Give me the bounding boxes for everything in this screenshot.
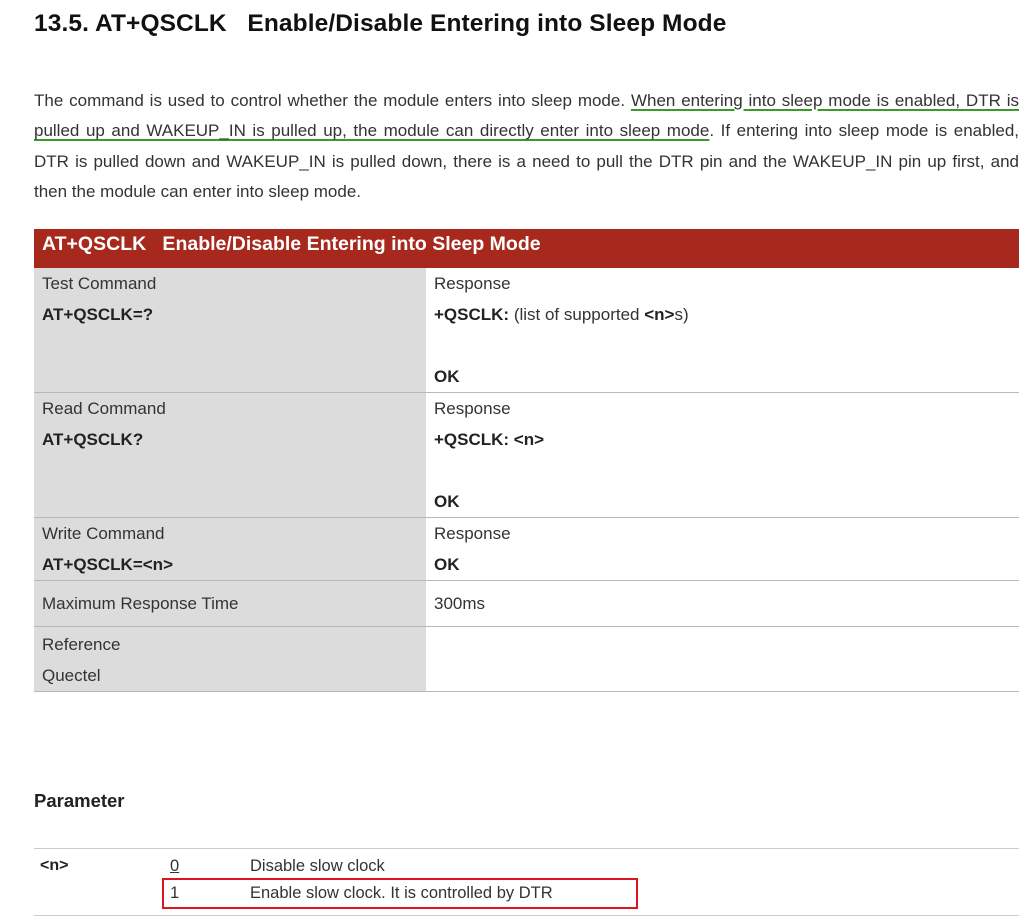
test-response-mid: (list of supported <box>509 305 645 324</box>
write-command-cell: Write Command AT+QSCLK=<n> <box>34 517 426 581</box>
max-time-label: Maximum Response Time <box>34 580 426 627</box>
test-response-line: +QSCLK: (list of supported <n>s) <box>434 299 1019 330</box>
reference-row: Reference Quectel <box>34 626 1019 692</box>
reference-value: Quectel <box>42 666 101 685</box>
read-response-cell: Response +QSCLK: <n> OK <box>426 392 1019 518</box>
write-command-syntax: AT+QSCLK=<n> <box>42 555 173 574</box>
test-response-param: <n> <box>644 305 675 324</box>
test-response-cell: Response +QSCLK: (list of supported <n>s… <box>426 268 1019 393</box>
parameter-name: <n> <box>40 857 69 874</box>
test-command-cell: Test Command AT+QSCLK=? <box>34 268 426 393</box>
max-time-value: 300ms <box>426 580 1019 627</box>
write-command-label: Write Command <box>42 524 165 543</box>
read-command-label: Read Command <box>42 399 166 418</box>
reference-label: Reference <box>42 635 121 654</box>
write-response-label: Response <box>434 524 511 543</box>
section-number: 13.5. <box>34 10 89 37</box>
write-command-row: Write Command AT+QSCLK=<n> Response OK <box>34 517 1019 581</box>
intro-paragraph: The command is used to control whether t… <box>34 86 1019 208</box>
read-command-cell: Read Command AT+QSCLK? <box>34 392 426 518</box>
highlight-box <box>162 878 638 909</box>
parameter-description-0: Disable slow clock <box>250 857 385 875</box>
section-heading: 13.5. AT+QSCLK Enable/Disable Entering i… <box>34 10 726 38</box>
read-response-ok: OK <box>434 492 460 511</box>
command-table: AT+QSCLK Enable/Disable Entering into Sl… <box>34 229 1019 692</box>
reference-empty-cell <box>426 626 1019 692</box>
test-command-row: Test Command AT+QSCLK=? Response +QSCLK:… <box>34 268 1019 393</box>
read-command-row: Read Command AT+QSCLK? Response +QSCLK: … <box>34 392 1019 518</box>
read-response-value: +QSCLK: <n> <box>434 430 545 449</box>
reference-cell: Reference Quectel <box>34 626 426 692</box>
command-table-header-row: AT+QSCLK Enable/Disable Entering into Sl… <box>34 229 1019 268</box>
read-command-syntax: AT+QSCLK? <box>42 430 144 449</box>
parameter-value-0: 0 <box>170 857 180 875</box>
write-response-cell: Response OK <box>426 517 1019 581</box>
max-time-row: Maximum Response Time 300ms <box>34 580 1019 627</box>
test-response-ok: OK <box>434 367 460 386</box>
read-response-label: Response <box>434 399 511 418</box>
parameter-title: Parameter <box>34 790 125 811</box>
intro-text-before: The command is used to control whether t… <box>34 91 631 110</box>
test-command-label: Test Command <box>42 274 157 293</box>
command-table-header: AT+QSCLK Enable/Disable Entering into Sl… <box>34 229 1019 268</box>
write-response-ok: OK <box>434 555 460 574</box>
test-command-syntax: AT+QSCLK=? <box>42 305 154 324</box>
test-response-prefix: +QSCLK: <box>434 305 510 324</box>
section-title: AT+QSCLK Enable/Disable Entering into Sl… <box>95 10 727 37</box>
test-response-suffix: s) <box>674 305 689 324</box>
parameter-table: <n> 0 Disable slow clock 1 Enable slow c… <box>34 848 1019 916</box>
test-response-label: Response <box>434 274 511 293</box>
